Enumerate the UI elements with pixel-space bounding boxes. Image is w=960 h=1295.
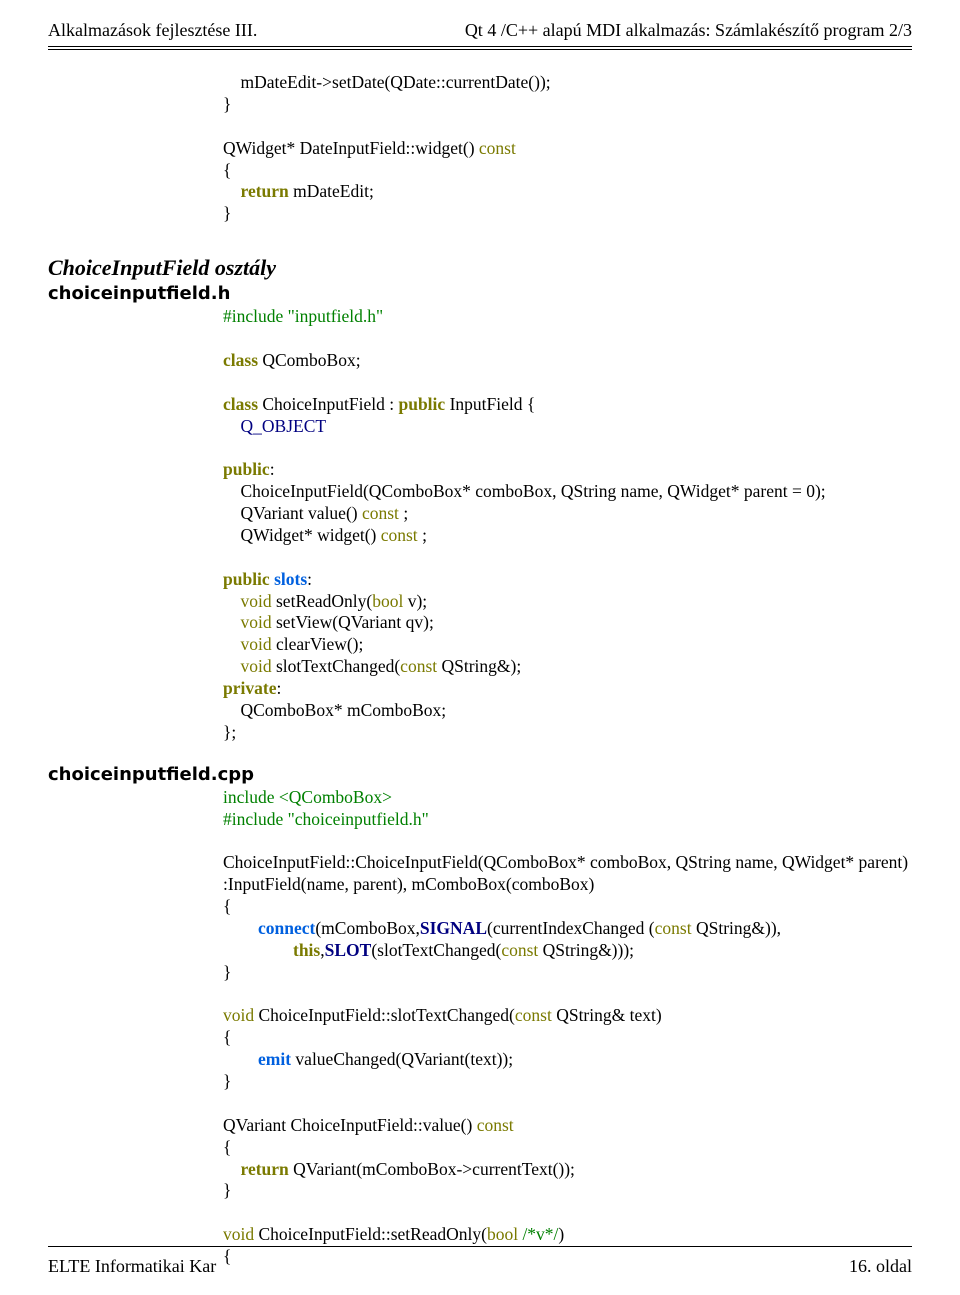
- header-filename: choiceinputfield.h: [48, 283, 912, 304]
- header-right: Qt 4 /C++ alapú MDI alkalmazás: Számlaké…: [465, 20, 912, 41]
- footer-right: 16. oldal: [849, 1256, 912, 1277]
- page-content: mDateEdit->setDate(QDate::currentDate())…: [48, 72, 912, 1268]
- header-rule-2: [48, 49, 912, 50]
- header-left: Alkalmazások fejlesztése III.: [48, 20, 257, 41]
- cpp-filename: choiceinputfield.cpp: [48, 764, 912, 785]
- footer-left: ELTE Informatikai Kar: [48, 1256, 216, 1277]
- code-top: mDateEdit->setDate(QDate::currentDate())…: [223, 72, 912, 225]
- section-heading: ChoiceInputField osztály: [48, 255, 912, 281]
- code-cpp-file: include <QComboBox> #include "choiceinpu…: [223, 787, 912, 1268]
- header-rule: [48, 46, 912, 47]
- footer-rule: [48, 1246, 912, 1247]
- code-header-file: #include "inputfield.h" class QComboBox;…: [223, 306, 912, 744]
